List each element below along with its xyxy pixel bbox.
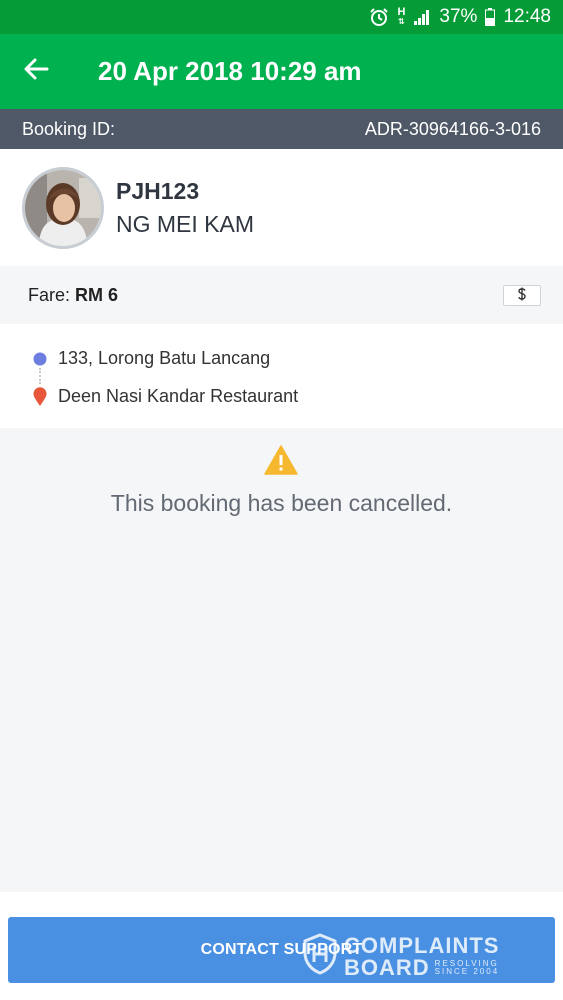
dropoff-address: Deen Nasi Kandar Restaurant [58, 386, 299, 406]
driver-card: PJH123 NG MEI KAM [0, 149, 563, 266]
page-title: 20 Apr 2018 10:29 am [98, 56, 362, 86]
map-pin-icon [32, 386, 48, 407]
dropoff-location: Deen Nasi Kandar Restaurant [32, 386, 298, 407]
clock-time: 12:48 [503, 6, 551, 27]
status-bar: H ⇅ 37% 12:48 [0, 0, 563, 34]
signal-icon [413, 8, 431, 26]
watermark-line2: BOARD [344, 954, 430, 980]
route-section: 133, Lorong Batu Lancang Deen Nasi Kanda… [0, 324, 563, 428]
booking-id-bar: Booking ID: ADR-30964166-3-016 [0, 109, 563, 149]
shield-logo-icon [302, 933, 338, 980]
network-type-icon: H ⇅ [397, 6, 406, 27]
route-connector [39, 368, 41, 384]
fare-label: Fare: [28, 284, 76, 305]
pickup-dot-icon [32, 352, 48, 366]
vehicle-plate: PJH123 [116, 177, 200, 204]
watermark-tag2: SINCE 2004 [434, 967, 500, 977]
arrow-left-icon [23, 58, 49, 85]
warning-icon [264, 445, 298, 480]
battery-percent: 37% [439, 6, 478, 27]
booking-id-value: ADR-30964166-3-016 [364, 118, 541, 139]
booking-status-area: This booking has been cancelled. [0, 428, 563, 892]
back-button[interactable] [0, 34, 72, 109]
alarm-icon [369, 7, 389, 27]
fare-row: Fare: RM 6 [0, 266, 563, 324]
app-bar: 20 Apr 2018 10:29 am [0, 34, 563, 109]
fare-info: Fare: RM 6 [28, 285, 118, 306]
pickup-address: 133, Lorong Batu Lancang [58, 348, 271, 368]
pickup-location: 133, Lorong Batu Lancang [32, 348, 270, 369]
watermark-line1: COMPLAINTS [344, 932, 500, 958]
battery-icon [485, 8, 496, 26]
network-type-label: H [397, 6, 406, 18]
cancelled-message: This booking has been cancelled. [110, 490, 453, 516]
booking-id-label: Booking ID: [22, 118, 116, 139]
dollar-icon [516, 285, 528, 306]
driver-name: NG MEI KAM [116, 210, 255, 237]
driver-avatar [22, 166, 104, 249]
payment-method-badge [503, 284, 541, 306]
fare-amount: RM 6 [75, 284, 119, 305]
complaints-board-watermark: COMPLAINTS BOARD RESOLVING SINCE 2004 [302, 933, 499, 980]
